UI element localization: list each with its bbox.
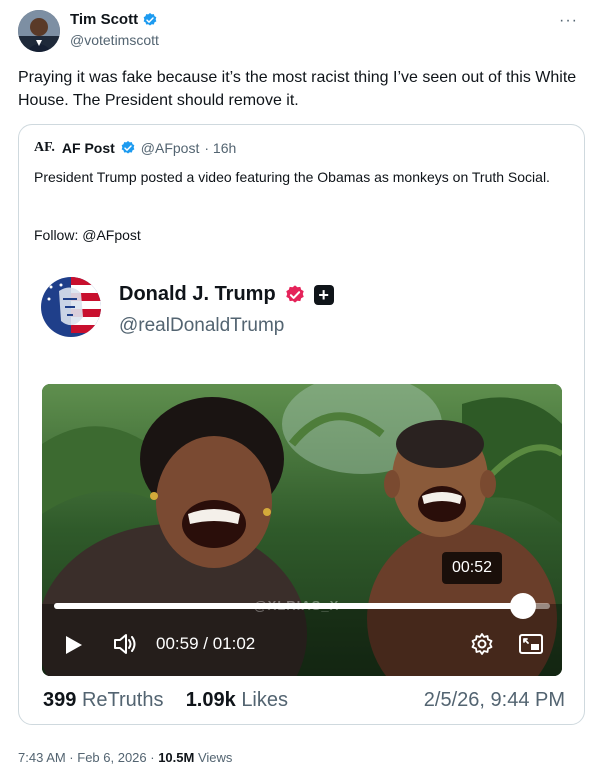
views-label: Views [197,750,233,765]
tweet-timestamp[interactable]: 7:43 AM · Feb 6, 2026 · [18,750,155,765]
play-icon[interactable] [64,634,84,656]
author-name-row: Tim Scott [70,11,158,28]
truth-plus-badge: + [313,284,334,305]
video-time-display: 00:59 / 01:02 [156,634,256,653]
retruths-count: 399 [43,689,77,711]
video-progress-handle[interactable] [509,593,536,619]
volume-icon[interactable] [112,632,138,656]
quote-header: AF. AF Post @AFpost · 16h [34,140,236,156]
tweet-meta: 7:43 AM · Feb 6, 2026 · 10.5M Views [18,750,232,765]
quote-author-logo: AF. [34,140,55,155]
truth-post-date: 2/5/26, 9:44 PM [423,689,565,711]
retruths-label: ReTruths [81,689,164,711]
quote-author-handle[interactable]: @AFpost [141,140,200,156]
truth-author-handle: @realDonaldTrump [119,315,285,336]
truth-author-avatar [41,277,101,337]
quote-follow-text: Follow: @AFpost [34,227,141,243]
author-handle[interactable]: @votetimscott [70,32,159,48]
video-player[interactable]: @XLRIAS_X 00:52 00:59 / 01:02 [42,384,562,676]
likes-count: 1.09k [185,689,236,711]
likes-label: Likes [241,689,289,711]
more-icon[interactable]: ··· [559,12,578,30]
truth-author-name-row: Donald J. Trump + [119,283,334,306]
tweet-header: Tim Scott @votetimscott ··· [18,10,578,54]
quote-age: · 16h [204,140,237,156]
video-progress-bar[interactable] [54,593,550,619]
author-avatar[interactable] [18,10,60,52]
truth-stats-row: 399 ReTruths 1.09k Likes 2/5/26, 9:44 PM [43,689,565,712]
quoted-post[interactable]: AF. AF Post @AFpost · 16h President Trum… [18,124,585,725]
truth-post-image: Donald J. Trump + @realDonaldTrump 00:52… [41,277,564,717]
verified-badge-icon [121,141,135,154]
truth-verified-badge-icon [285,284,304,303]
verified-badge-icon [143,12,157,26]
video-progress-fill [54,603,523,609]
settings-icon[interactable] [470,632,494,656]
truth-author-name: Donald J. Trump [119,283,276,305]
pip-icon[interactable] [518,633,544,655]
author-name[interactable]: Tim Scott [70,11,138,28]
quote-text: President Trump posted a video featuring… [34,169,550,185]
seek-time-tooltip: 00:52 [442,552,502,584]
tweet-text: Praying it was fake because it’s the mos… [18,69,577,109]
views-count: 10.5M [158,750,195,765]
quote-author-name[interactable]: AF Post [62,140,115,156]
